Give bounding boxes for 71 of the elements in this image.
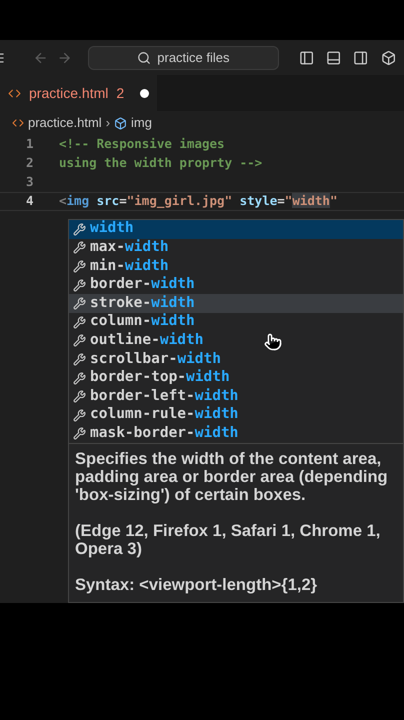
search-field[interactable]: practice files bbox=[88, 46, 279, 70]
html-file-icon bbox=[8, 86, 21, 100]
code-token: " bbox=[284, 193, 292, 208]
wrench-icon bbox=[73, 408, 86, 422]
suggestion-item[interactable]: stroke-width bbox=[69, 294, 403, 313]
wrench-icon bbox=[73, 260, 86, 273]
suggestion-item[interactable]: column-width bbox=[69, 312, 403, 332]
hand-pointer-icon bbox=[264, 333, 282, 351]
suggestion-label: border-top-width bbox=[90, 368, 230, 388]
wrench-icon bbox=[73, 334, 86, 348]
description-text: Specifies the width of the content area, padding area or border area (depending 'box-sizing') of certain boxes. bbox=[75, 450, 389, 504]
code-token: src bbox=[96, 193, 120, 208]
code-token: < bbox=[59, 193, 67, 208]
wrench-icon bbox=[73, 297, 86, 310]
cube-icon bbox=[114, 116, 128, 130]
suggestion-item[interactable]: min-width bbox=[69, 257, 403, 276]
editor-tab[interactable]: practice.html 2 bbox=[0, 75, 158, 111]
suggestion-label: mask-border-width bbox=[90, 424, 238, 443]
suggestion-label: scrollbar-width bbox=[90, 350, 221, 369]
wrench-icon bbox=[73, 390, 86, 404]
panel-bottom-icon[interactable] bbox=[326, 50, 342, 66]
code-token: "img_girl.jpg" bbox=[126, 193, 232, 208]
suggestion-label: border-left-width bbox=[90, 386, 238, 406]
line-number: 2 bbox=[25, 154, 35, 172]
wrench-icon bbox=[73, 316, 86, 329]
html-file-icon bbox=[12, 117, 24, 129]
wrench-icon bbox=[73, 352, 86, 366]
breadcrumb-item[interactable]: practice.html bbox=[28, 113, 102, 133]
suggestion-item[interactable]: border-top-width bbox=[69, 368, 403, 388]
suggestion-label: outline-width bbox=[90, 330, 204, 350]
wrench-icon bbox=[73, 372, 86, 385]
wrench-icon bbox=[73, 427, 86, 440]
suggestion-item[interactable]: mask-border-width bbox=[69, 424, 403, 444]
suggestion-label: border-width bbox=[90, 275, 195, 294]
suggestion-label: min-width bbox=[90, 256, 169, 276]
breadcrumb-separator: › bbox=[106, 114, 110, 132]
suggestion-item[interactable]: max-width bbox=[69, 238, 403, 258]
tab-label: practice.html bbox=[29, 84, 108, 103]
code-token: style bbox=[238, 193, 278, 208]
code-token: <!-- Responsive images bbox=[59, 136, 225, 152]
line-number: 4 bbox=[25, 192, 35, 210]
suggestion-label: column-width bbox=[90, 312, 195, 332]
search-icon bbox=[137, 50, 152, 64]
syntax-text: Syntax: <viewport-length>{1,2} bbox=[75, 576, 318, 594]
line-number: 3 bbox=[25, 173, 35, 192]
wrench-icon bbox=[73, 241, 86, 254]
wrench-icon bbox=[73, 222, 86, 236]
breadcrumb-item[interactable]: img bbox=[131, 113, 152, 133]
suggestion-label: column-rule-width bbox=[90, 405, 238, 424]
problem-count: 2 bbox=[116, 84, 124, 102]
code-token: using the width proprty --> bbox=[59, 155, 262, 170]
suggestion-item[interactable]: border-width bbox=[69, 276, 403, 294]
code-token: img bbox=[66, 193, 90, 208]
suggestion-item[interactable]: scrollbar-width bbox=[69, 350, 403, 369]
suggestion-item[interactable]: column-rule-width bbox=[69, 406, 403, 425]
search-value: practice files bbox=[157, 48, 230, 67]
suggestion-label: width bbox=[90, 219, 134, 238]
code-token: = bbox=[119, 193, 127, 208]
browser-support-text: (Edge 12, Firefox 1, Safari 1, Chrome 1, Opera 3) bbox=[75, 522, 382, 558]
panel-right-icon[interactable] bbox=[353, 50, 369, 66]
suggestion-label: max-width bbox=[90, 238, 169, 258]
suggestion-item[interactable]: outline-width bbox=[69, 332, 403, 350]
suggestion-item[interactable]: width bbox=[69, 220, 403, 239]
line-number: 1 bbox=[25, 135, 35, 154]
suggestion-item[interactable]: border-left-width bbox=[69, 387, 403, 406]
code-token: " bbox=[330, 193, 338, 208]
suggestion-label: stroke-width bbox=[90, 294, 195, 313]
panel-left-icon[interactable] bbox=[298, 50, 314, 66]
wrench-icon bbox=[73, 278, 86, 292]
code-token: = bbox=[277, 193, 285, 208]
code-token: width bbox=[292, 193, 330, 208]
